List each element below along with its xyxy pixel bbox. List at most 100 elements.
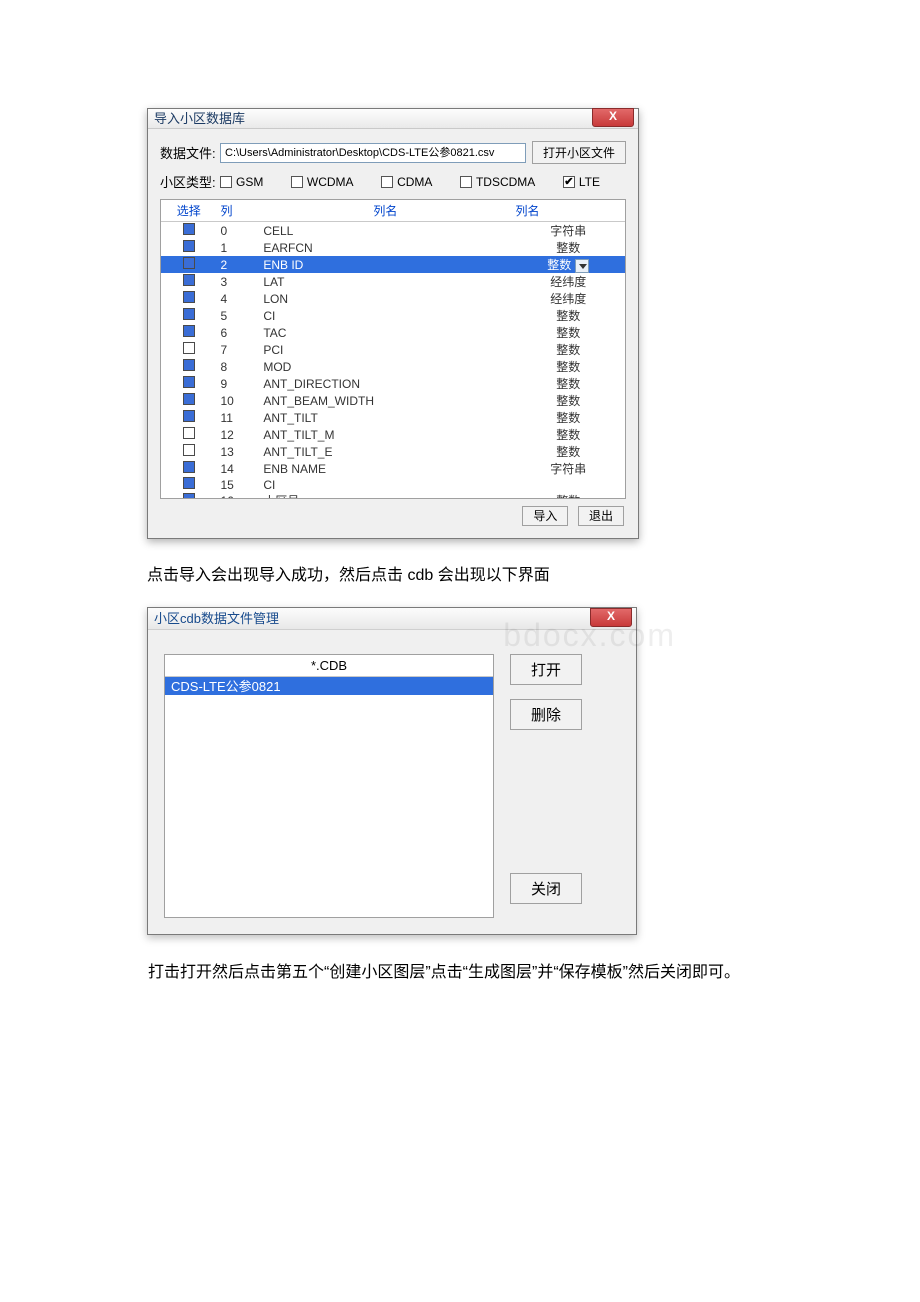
grid-row[interactable]: 10ANT_BEAM_WIDTH整数 xyxy=(161,392,625,409)
row-colname: MOD xyxy=(259,358,511,375)
grid-row[interactable]: 11ANT_TILT整数 xyxy=(161,409,625,426)
dialog1-title: 导入小区数据库 xyxy=(154,111,245,126)
checkbox-box[interactable] xyxy=(220,176,232,188)
grid-header-name[interactable]: 列名 xyxy=(259,200,511,222)
row-colname: ANT_TILT_E xyxy=(259,443,511,460)
row-select-box[interactable] xyxy=(183,376,195,388)
row-select-box[interactable] xyxy=(183,240,195,252)
grid-header-type[interactable]: 列名 xyxy=(512,200,626,222)
row-index: 3 xyxy=(216,273,259,290)
celltype-checkbox-gsm[interactable]: GSM xyxy=(220,175,263,189)
import-cell-db-dialog: 导入小区数据库 X 数据文件: C:\Users\Administrator\D… xyxy=(147,108,639,539)
row-colname: ANT_DIRECTION xyxy=(259,375,511,392)
celltype-checkbox-cdma[interactable]: CDMA xyxy=(381,175,432,189)
row-colname: TAC xyxy=(259,324,511,341)
row-index: 1 xyxy=(216,239,259,256)
grid-header-select[interactable]: 选择 xyxy=(161,200,216,222)
grid-row[interactable]: 7PCI整数 xyxy=(161,341,625,358)
grid-row[interactable]: 4LON经纬度 xyxy=(161,290,625,307)
grid-row[interactable]: 8MOD整数 xyxy=(161,358,625,375)
row-select-box[interactable] xyxy=(183,393,195,405)
chevron-down-icon[interactable] xyxy=(575,259,589,273)
grid-row[interactable]: 5CI整数 xyxy=(161,307,625,324)
row-coltype: 经纬度 xyxy=(512,273,626,290)
cdb-listbox[interactable]: *.CDB CDS-LTE公参0821 xyxy=(164,654,494,918)
checkbox-label: TDSCDMA xyxy=(476,175,535,189)
celltype-checkbox-tdscdma[interactable]: TDSCDMA xyxy=(460,175,535,189)
checkbox-label: CDMA xyxy=(397,175,432,189)
grid-header-col[interactable]: 列 xyxy=(216,200,259,222)
grid-row[interactable]: 9ANT_DIRECTION整数 xyxy=(161,375,625,392)
row-select-box[interactable] xyxy=(183,223,195,235)
row-coltype: 字符串 xyxy=(512,222,626,240)
dialog2-close-button[interactable]: X xyxy=(590,608,632,627)
cdb-list-item[interactable]: CDS-LTE公参0821 xyxy=(165,677,493,695)
grid-row[interactable]: 15CI xyxy=(161,477,625,492)
dialog2-titlebar[interactable]: 小区cdb数据文件管理 X bdocx.com xyxy=(148,608,636,630)
row-index: 6 xyxy=(216,324,259,341)
row-colname: CI xyxy=(259,307,511,324)
dialog2-title: 小区cdb数据文件管理 xyxy=(154,611,279,626)
exit-button[interactable]: 退出 xyxy=(578,506,624,526)
row-select-box[interactable] xyxy=(183,257,195,269)
paragraph-2: 打击打开然后点击第五个“创建小区图层”点击“生成图层”并“保存模板”然后关闭即可… xyxy=(116,959,820,986)
row-select-box[interactable] xyxy=(183,291,195,303)
checkbox-box[interactable] xyxy=(460,176,472,188)
dialog1-titlebar[interactable]: 导入小区数据库 X xyxy=(148,109,638,129)
row-index: 5 xyxy=(216,307,259,324)
row-select-box[interactable] xyxy=(183,308,195,320)
row-colname: ENB NAME xyxy=(259,460,511,477)
row-index: 12 xyxy=(216,426,259,443)
row-coltype: 整数 xyxy=(512,426,626,443)
row-coltype: 字符串 xyxy=(512,460,626,477)
cdb-list-header: *.CDB xyxy=(165,655,493,677)
delete-button[interactable]: 删除 xyxy=(510,699,582,730)
row-colname: ANT_BEAM_WIDTH xyxy=(259,392,511,409)
row-coltype: 整数 xyxy=(512,409,626,426)
row-select-box[interactable] xyxy=(183,444,195,456)
row-colname: PCI xyxy=(259,341,511,358)
grid-row[interactable]: 14ENB NAME字符串 xyxy=(161,460,625,477)
column-grid[interactable]: 选择 列 列名 列名 0CELL字符串1EARFCN整数2ENB ID整数3LA… xyxy=(160,199,626,499)
row-select-box[interactable] xyxy=(183,410,195,422)
checkbox-box[interactable] xyxy=(381,176,393,188)
grid-row[interactable]: 3LAT经纬度 xyxy=(161,273,625,290)
row-index: 2 xyxy=(216,256,259,273)
checkbox-box[interactable] xyxy=(291,176,303,188)
row-index: 11 xyxy=(216,409,259,426)
file-path-input[interactable]: C:\Users\Administrator\Desktop\CDS-LTE公参… xyxy=(220,143,526,163)
dialog1-close-button[interactable]: X xyxy=(592,108,634,127)
row-select-box[interactable] xyxy=(183,427,195,439)
row-select-box[interactable] xyxy=(183,325,195,337)
row-index: 14 xyxy=(216,460,259,477)
row-colname: 小区号 xyxy=(259,492,511,499)
checkbox-label: WCDMA xyxy=(307,175,354,189)
import-button[interactable]: 导入 xyxy=(522,506,568,526)
cell-type-row: 小区类型: GSMWCDMACDMATDSCDMA✔LTE xyxy=(160,172,626,191)
grid-row[interactable]: 0CELL字符串 xyxy=(161,222,625,240)
grid-row[interactable]: 1EARFCN整数 xyxy=(161,239,625,256)
grid-row[interactable]: 6TAC整数 xyxy=(161,324,625,341)
row-select-box[interactable] xyxy=(183,274,195,286)
row-index: 15 xyxy=(216,477,259,492)
checkbox-label: GSM xyxy=(236,175,263,189)
row-index: 13 xyxy=(216,443,259,460)
row-coltype: 整数 xyxy=(512,239,626,256)
row-select-box[interactable] xyxy=(183,342,195,354)
open-button[interactable]: 打开 xyxy=(510,654,582,685)
row-index: 8 xyxy=(216,358,259,375)
celltype-checkbox-wcdma[interactable]: WCDMA xyxy=(291,175,354,189)
grid-row[interactable]: 16小区号整数 xyxy=(161,492,625,499)
grid-row[interactable]: 2ENB ID整数 xyxy=(161,256,625,273)
row-select-box[interactable] xyxy=(183,461,195,473)
grid-row[interactable]: 12ANT_TILT_M整数 xyxy=(161,426,625,443)
row-select-box[interactable] xyxy=(183,359,195,371)
row-colname: CELL xyxy=(259,222,511,240)
grid-row[interactable]: 13ANT_TILT_E整数 xyxy=(161,443,625,460)
open-cell-file-button[interactable]: 打开小区文件 xyxy=(532,141,626,164)
checkbox-box[interactable]: ✔ xyxy=(563,176,575,188)
row-select-box[interactable] xyxy=(183,477,195,489)
cdb-manager-dialog: 小区cdb数据文件管理 X bdocx.com *.CDB CDS-LTE公参0… xyxy=(147,607,637,935)
celltype-checkbox-lte[interactable]: ✔LTE xyxy=(563,175,600,189)
close-button[interactable]: 关闭 xyxy=(510,873,582,904)
